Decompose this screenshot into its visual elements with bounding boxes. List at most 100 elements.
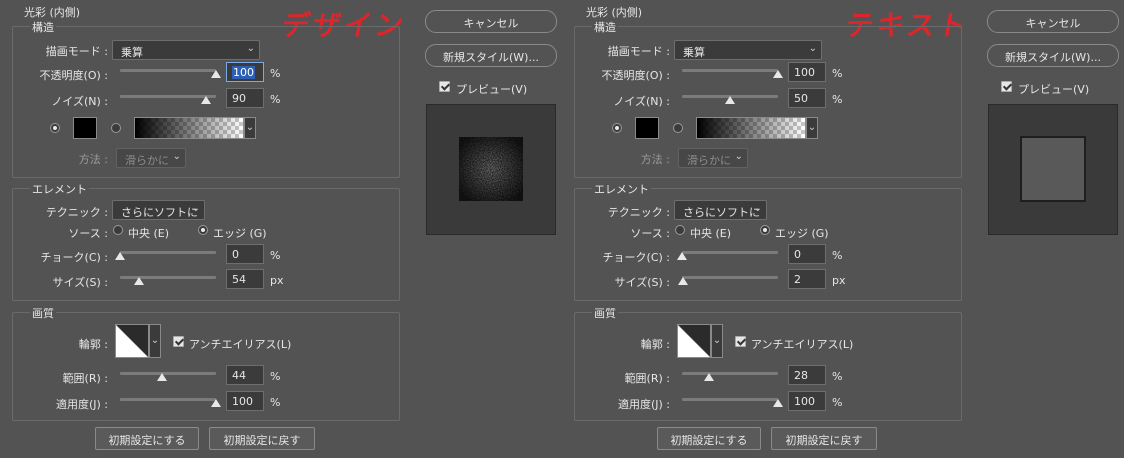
px-unit: px: [270, 274, 284, 287]
gradient-dropdown[interactable]: ⌄: [806, 117, 818, 139]
gradient-swatch[interactable]: [134, 117, 244, 139]
method-label: 方法 :: [640, 153, 670, 166]
range-slider[interactable]: [120, 372, 216, 375]
blend-mode-label: 描画モード :: [45, 45, 108, 58]
quality-legend: 画質: [30, 305, 56, 321]
make-default-button[interactable]: 初期設定にする: [657, 427, 761, 450]
jitter-label: 適用度(J) :: [55, 398, 108, 411]
choke-slider[interactable]: [682, 251, 778, 254]
blend-mode-label: 描画モード :: [607, 45, 670, 58]
jitter-slider-thumb[interactable]: [773, 399, 783, 407]
new-style-button[interactable]: 新規スタイル(W)...: [987, 44, 1119, 67]
technique-value: さらにソフトに: [121, 206, 198, 219]
jitter-slider[interactable]: [682, 398, 778, 401]
antialias-label: アンチエイリアス(L): [189, 338, 292, 351]
range-input[interactable]: 28: [788, 365, 826, 385]
noise-preview-image: [459, 137, 523, 201]
noise-slider-thumb[interactable]: [201, 96, 212, 104]
choke-slider-thumb[interactable]: [115, 252, 125, 260]
technique-value: さらにソフトに: [683, 206, 760, 219]
opacity-input[interactable]: 100: [788, 62, 826, 82]
opacity-slider-thumb[interactable]: [211, 70, 221, 78]
percent-unit: %: [270, 249, 281, 262]
quality-legend: 画質: [592, 305, 618, 321]
blend-mode-select[interactable]: 乗算 ⌄: [674, 40, 822, 60]
preview-checkbox[interactable]: [439, 81, 450, 92]
size-slider-thumb[interactable]: [677, 277, 688, 285]
contour-picker[interactable]: [115, 324, 149, 358]
gradient-radio[interactable]: [111, 123, 121, 133]
source-center-radio[interactable]: [113, 225, 123, 235]
preview-thumbnail: [988, 104, 1118, 235]
range-input[interactable]: 44: [226, 365, 264, 385]
choke-slider[interactable]: [120, 251, 216, 254]
range-slider[interactable]: [682, 372, 778, 375]
size-input[interactable]: 54: [226, 269, 264, 289]
jitter-label: 適用度(J) :: [617, 398, 670, 411]
noise-input[interactable]: 90: [226, 88, 264, 108]
source-center-radio[interactable]: [675, 225, 685, 235]
inner-glow-panel-design: 光彩 (内側) デザイン 構造 描画モード : 乗算 ⌄ 不透明度(O) : 1…: [0, 0, 562, 458]
cancel-button[interactable]: キャンセル: [987, 10, 1119, 33]
contour-dropdown[interactable]: ⌄: [711, 324, 723, 358]
glow-color-swatch[interactable]: [635, 117, 659, 139]
size-input[interactable]: 2: [788, 269, 826, 289]
size-slider[interactable]: [682, 276, 778, 279]
antialias-checkbox[interactable]: [735, 336, 746, 347]
jitter-input[interactable]: 100: [788, 391, 826, 411]
chevron-down-icon: ⌄: [245, 122, 255, 133]
source-label: ソース :: [630, 227, 670, 240]
blend-mode-select[interactable]: 乗算 ⌄: [112, 40, 260, 60]
make-default-button[interactable]: 初期設定にする: [95, 427, 199, 450]
antialias-checkbox[interactable]: [173, 336, 184, 347]
text-preview-image: [1020, 136, 1086, 202]
method-select[interactable]: 滑らかに ⌄: [116, 148, 186, 168]
noise-slider-thumb[interactable]: [725, 96, 735, 104]
source-edge-radio[interactable]: [760, 225, 770, 235]
structure-legend: 構造: [30, 19, 56, 35]
method-label: 方法 :: [78, 153, 108, 166]
size-label: サイズ(S) :: [614, 276, 670, 289]
noise-label: ノイズ(N) :: [51, 95, 108, 108]
gradient-radio[interactable]: [673, 123, 683, 133]
opacity-slider-thumb[interactable]: [773, 70, 783, 78]
opacity-slider[interactable]: [120, 69, 216, 72]
technique-select[interactable]: さらにソフトに ⌄: [112, 200, 205, 220]
color-radio[interactable]: [612, 123, 622, 133]
color-radio[interactable]: [50, 123, 60, 133]
chevron-down-icon: ⌄: [712, 335, 722, 346]
noise-input[interactable]: 50: [788, 88, 826, 108]
antialias-label: アンチエイリアス(L): [751, 338, 854, 351]
cancel-button[interactable]: キャンセル: [425, 10, 557, 33]
size-label: サイズ(S) :: [52, 276, 108, 289]
contour-dropdown[interactable]: ⌄: [149, 324, 161, 358]
gradient-dropdown[interactable]: ⌄: [244, 117, 256, 139]
opacity-slider[interactable]: [682, 69, 778, 72]
technique-select[interactable]: さらにソフトに ⌄: [674, 200, 767, 220]
new-style-button[interactable]: 新規スタイル(W)...: [425, 44, 557, 67]
jitter-slider[interactable]: [120, 398, 216, 401]
range-slider-thumb[interactable]: [703, 373, 714, 381]
choke-input[interactable]: 0: [788, 244, 826, 264]
reset-default-button[interactable]: 初期設定に戻す: [771, 427, 877, 450]
jitter-slider-thumb[interactable]: [211, 399, 221, 407]
size-slider-thumb[interactable]: [134, 277, 145, 285]
reset-default-button[interactable]: 初期設定に戻す: [209, 427, 315, 450]
source-edge-radio[interactable]: [198, 225, 208, 235]
noise-label: ノイズ(N) :: [613, 95, 670, 108]
choke-input[interactable]: 0: [226, 244, 264, 264]
choke-slider-thumb[interactable]: [677, 252, 687, 260]
contour-picker[interactable]: [677, 324, 711, 358]
range-slider-thumb[interactable]: [157, 373, 168, 381]
chevron-down-icon: ⌄: [734, 151, 743, 162]
method-value: 滑らかに: [687, 154, 731, 167]
source-edge-label: エッジ (G): [213, 227, 267, 240]
preview-label: プレビュー(V): [1018, 83, 1090, 96]
glow-color-swatch[interactable]: [73, 117, 97, 139]
method-select[interactable]: 滑らかに ⌄: [678, 148, 748, 168]
jitter-input[interactable]: 100: [226, 391, 264, 411]
preview-checkbox[interactable]: [1001, 81, 1012, 92]
opacity-input[interactable]: 100: [226, 62, 264, 82]
gradient-swatch[interactable]: [696, 117, 806, 139]
percent-unit: %: [832, 370, 843, 383]
